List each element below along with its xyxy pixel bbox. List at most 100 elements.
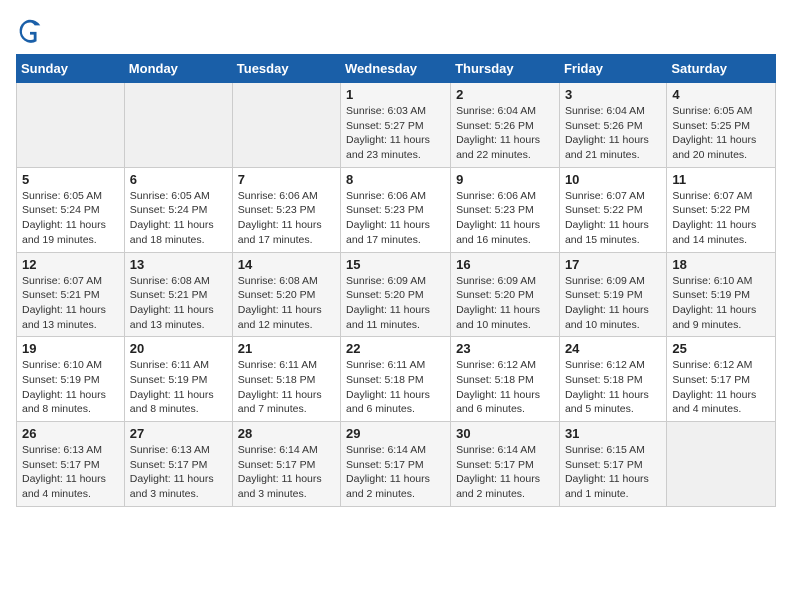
calendar-day-cell: 21 Sunrise: 6:11 AMSunset: 5:18 PMDayligh… bbox=[232, 337, 340, 422]
day-info: Sunrise: 6:09 AMSunset: 5:20 PMDaylight:… bbox=[346, 274, 445, 333]
calendar-day-cell: 5 Sunrise: 6:05 AMSunset: 5:24 PMDaylight… bbox=[17, 167, 125, 252]
calendar-day-cell: 7 Sunrise: 6:06 AMSunset: 5:23 PMDaylight… bbox=[232, 167, 340, 252]
day-info: Sunrise: 6:07 AMSunset: 5:22 PMDaylight:… bbox=[672, 189, 770, 248]
day-info: Sunrise: 6:09 AMSunset: 5:19 PMDaylight:… bbox=[565, 274, 661, 333]
calendar-day-cell: 25 Sunrise: 6:12 AMSunset: 5:17 PMDayligh… bbox=[667, 337, 776, 422]
day-info: Sunrise: 6:07 AMSunset: 5:22 PMDaylight:… bbox=[565, 189, 661, 248]
calendar-week-row: 19Sunrise: 6:10 AMSunset: 5:19 PMDayligh… bbox=[17, 337, 776, 422]
day-number: 4 bbox=[672, 87, 770, 102]
calendar-day-cell: 23 Sunrise: 6:12 AMSunset: 5:18 PMDayligh… bbox=[451, 337, 560, 422]
day-number: 17 bbox=[565, 257, 661, 272]
logo-icon bbox=[16, 16, 44, 44]
empty-day-cell bbox=[17, 83, 125, 168]
calendar-week-row: 12 Sunrise: 6:07 AMSunset: 5:21 PMDayligh… bbox=[17, 252, 776, 337]
calendar-day-cell: 26 Sunrise: 6:13 AMSunset: 5:17 PMDayligh… bbox=[17, 422, 125, 507]
day-number: 25 bbox=[672, 341, 770, 356]
day-number: 26 bbox=[22, 426, 119, 441]
day-number: 24 bbox=[565, 341, 661, 356]
day-number: 3 bbox=[565, 87, 661, 102]
day-info: Sunrise: 6:05 AMSunset: 5:24 PMDaylight:… bbox=[130, 189, 227, 248]
calendar-day-cell: 1 Sunrise: 6:03 AMSunset: 5:27 PMDaylight… bbox=[341, 83, 451, 168]
day-number: 7 bbox=[238, 172, 335, 187]
day-number: 10 bbox=[565, 172, 661, 187]
calendar-day-cell: 31 Sunrise: 6:15 AMSunset: 5:17 PMDayligh… bbox=[559, 422, 666, 507]
day-number: 27 bbox=[130, 426, 227, 441]
calendar-day-cell: 12 Sunrise: 6:07 AMSunset: 5:21 PMDayligh… bbox=[17, 252, 125, 337]
weekday-header-saturday: Saturday bbox=[667, 55, 776, 83]
calendar-day-cell: 3 Sunrise: 6:04 AMSunset: 5:26 PMDaylight… bbox=[559, 83, 666, 168]
calendar-day-cell: 29Sunrise: 6:14 AMSunset: 5:17 PMDayligh… bbox=[341, 422, 451, 507]
calendar-table: SundayMondayTuesdayWednesdayThursdayFrid… bbox=[16, 54, 776, 507]
day-info: Sunrise: 6:11 AMSunset: 5:18 PMDaylight:… bbox=[238, 358, 335, 417]
day-info: Sunrise: 6:12 AMSunset: 5:18 PMDaylight:… bbox=[565, 358, 661, 417]
day-info: Sunrise: 6:05 AMSunset: 5:25 PMDaylight:… bbox=[672, 104, 770, 163]
logo bbox=[16, 16, 48, 44]
calendar-day-cell: 10 Sunrise: 6:07 AMSunset: 5:22 PMDayligh… bbox=[559, 167, 666, 252]
calendar-day-cell: 4 Sunrise: 6:05 AMSunset: 5:25 PMDaylight… bbox=[667, 83, 776, 168]
calendar-day-cell: 19Sunrise: 6:10 AMSunset: 5:19 PMDayligh… bbox=[17, 337, 125, 422]
day-info: Sunrise: 6:04 AMSunset: 5:26 PMDaylight:… bbox=[565, 104, 661, 163]
page-header bbox=[16, 16, 776, 44]
weekday-header-row: SundayMondayTuesdayWednesdayThursdayFrid… bbox=[17, 55, 776, 83]
day-number: 6 bbox=[130, 172, 227, 187]
day-number: 16 bbox=[456, 257, 554, 272]
calendar-week-row: 5 Sunrise: 6:05 AMSunset: 5:24 PMDaylight… bbox=[17, 167, 776, 252]
day-info: Sunrise: 6:15 AMSunset: 5:17 PMDaylight:… bbox=[565, 443, 661, 502]
calendar-day-cell: 9Sunrise: 6:06 AMSunset: 5:23 PMDaylight… bbox=[451, 167, 560, 252]
day-info: Sunrise: 6:13 AMSunset: 5:17 PMDaylight:… bbox=[22, 443, 119, 502]
day-info: Sunrise: 6:05 AMSunset: 5:24 PMDaylight:… bbox=[22, 189, 119, 248]
day-number: 23 bbox=[456, 341, 554, 356]
calendar-week-row: 26 Sunrise: 6:13 AMSunset: 5:17 PMDayligh… bbox=[17, 422, 776, 507]
day-info: Sunrise: 6:06 AMSunset: 5:23 PMDaylight:… bbox=[456, 189, 554, 248]
day-number: 11 bbox=[672, 172, 770, 187]
calendar-day-cell: 27 Sunrise: 6:13 AMSunset: 5:17 PMDayligh… bbox=[124, 422, 232, 507]
day-info: Sunrise: 6:08 AMSunset: 5:20 PMDaylight:… bbox=[238, 274, 335, 333]
calendar-day-cell: 11 Sunrise: 6:07 AMSunset: 5:22 PMDayligh… bbox=[667, 167, 776, 252]
calendar-day-cell: 15 Sunrise: 6:09 AMSunset: 5:20 PMDayligh… bbox=[341, 252, 451, 337]
day-info: Sunrise: 6:07 AMSunset: 5:21 PMDaylight:… bbox=[22, 274, 119, 333]
day-info: Sunrise: 6:14 AMSunset: 5:17 PMDaylight:… bbox=[456, 443, 554, 502]
weekday-header-sunday: Sunday bbox=[17, 55, 125, 83]
calendar-day-cell: 24 Sunrise: 6:12 AMSunset: 5:18 PMDayligh… bbox=[559, 337, 666, 422]
weekday-header-friday: Friday bbox=[559, 55, 666, 83]
calendar-day-cell: 20Sunrise: 6:11 AMSunset: 5:19 PMDayligh… bbox=[124, 337, 232, 422]
day-number: 14 bbox=[238, 257, 335, 272]
day-number: 21 bbox=[238, 341, 335, 356]
day-info: Sunrise: 6:03 AMSunset: 5:27 PMDaylight:… bbox=[346, 104, 445, 163]
day-number: 13 bbox=[130, 257, 227, 272]
day-info: Sunrise: 6:14 AMSunset: 5:17 PMDaylight:… bbox=[346, 443, 445, 502]
calendar-day-cell: 2Sunrise: 6:04 AMSunset: 5:26 PMDaylight… bbox=[451, 83, 560, 168]
day-info: Sunrise: 6:06 AMSunset: 5:23 PMDaylight:… bbox=[346, 189, 445, 248]
day-number: 20 bbox=[130, 341, 227, 356]
calendar-day-cell: 14 Sunrise: 6:08 AMSunset: 5:20 PMDayligh… bbox=[232, 252, 340, 337]
calendar-week-row: 1 Sunrise: 6:03 AMSunset: 5:27 PMDaylight… bbox=[17, 83, 776, 168]
day-number: 5 bbox=[22, 172, 119, 187]
day-info: Sunrise: 6:12 AMSunset: 5:17 PMDaylight:… bbox=[672, 358, 770, 417]
day-info: Sunrise: 6:14 AMSunset: 5:17 PMDaylight:… bbox=[238, 443, 335, 502]
day-info: Sunrise: 6:10 AMSunset: 5:19 PMDaylight:… bbox=[672, 274, 770, 333]
day-number: 8 bbox=[346, 172, 445, 187]
day-info: Sunrise: 6:09 AMSunset: 5:20 PMDaylight:… bbox=[456, 274, 554, 333]
calendar-day-cell: 16 Sunrise: 6:09 AMSunset: 5:20 PMDayligh… bbox=[451, 252, 560, 337]
day-number: 22 bbox=[346, 341, 445, 356]
calendar-day-cell: 18Sunrise: 6:10 AMSunset: 5:19 PMDayligh… bbox=[667, 252, 776, 337]
calendar-day-cell: 13Sunrise: 6:08 AMSunset: 5:21 PMDayligh… bbox=[124, 252, 232, 337]
day-info: Sunrise: 6:13 AMSunset: 5:17 PMDaylight:… bbox=[130, 443, 227, 502]
day-number: 12 bbox=[22, 257, 119, 272]
calendar-day-cell: 28 Sunrise: 6:14 AMSunset: 5:17 PMDayligh… bbox=[232, 422, 340, 507]
day-number: 1 bbox=[346, 87, 445, 102]
day-number: 30 bbox=[456, 426, 554, 441]
day-number: 28 bbox=[238, 426, 335, 441]
weekday-header-wednesday: Wednesday bbox=[341, 55, 451, 83]
empty-day-cell bbox=[667, 422, 776, 507]
weekday-header-monday: Monday bbox=[124, 55, 232, 83]
calendar-day-cell: 8 Sunrise: 6:06 AMSunset: 5:23 PMDaylight… bbox=[341, 167, 451, 252]
empty-day-cell bbox=[232, 83, 340, 168]
calendar-day-cell: 30 Sunrise: 6:14 AMSunset: 5:17 PMDayligh… bbox=[451, 422, 560, 507]
day-info: Sunrise: 6:12 AMSunset: 5:18 PMDaylight:… bbox=[456, 358, 554, 417]
day-number: 15 bbox=[346, 257, 445, 272]
empty-day-cell bbox=[124, 83, 232, 168]
day-number: 31 bbox=[565, 426, 661, 441]
day-info: Sunrise: 6:06 AMSunset: 5:23 PMDaylight:… bbox=[238, 189, 335, 248]
calendar-day-cell: 17 Sunrise: 6:09 AMSunset: 5:19 PMDayligh… bbox=[559, 252, 666, 337]
